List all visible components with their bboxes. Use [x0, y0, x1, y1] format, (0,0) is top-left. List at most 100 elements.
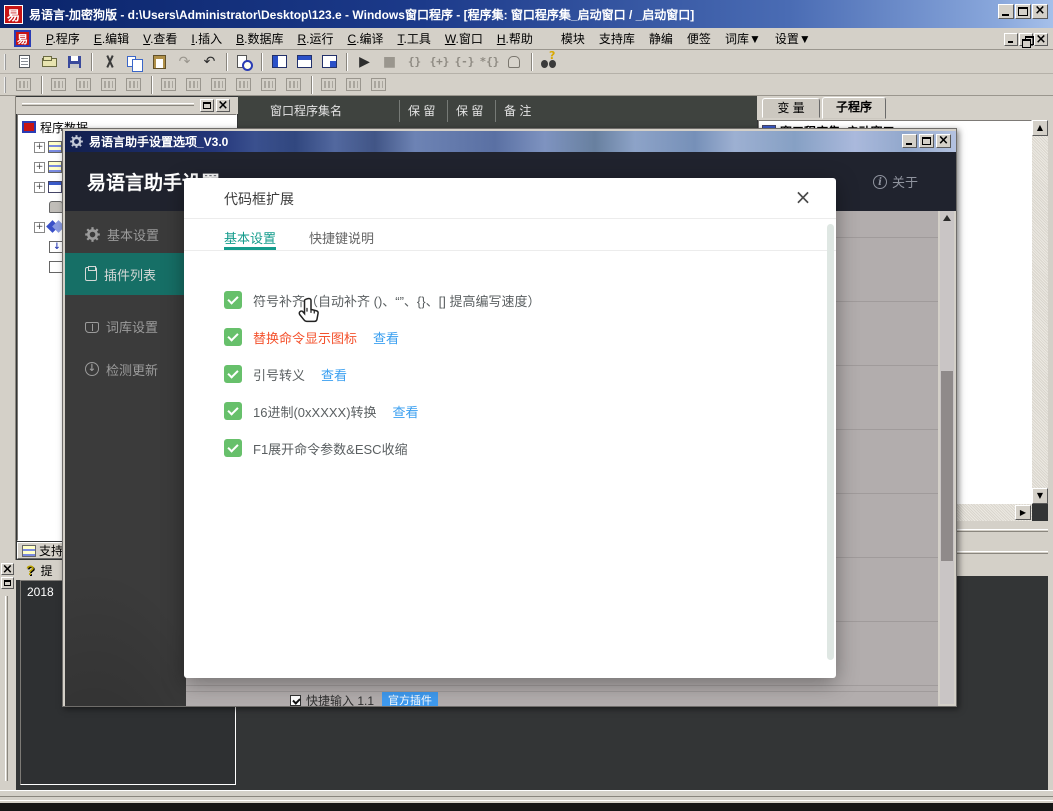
tree-panel-header[interactable]: [16, 97, 238, 114]
menu-static-compile[interactable]: 静编: [642, 27, 680, 50]
cut-button[interactable]: [98, 52, 121, 72]
menu-view[interactable]: V.查看: [136, 27, 184, 50]
size-both-button[interactable]: [368, 75, 391, 95]
menu-insert[interactable]: I.插入: [184, 27, 229, 50]
sidebar-item-lexicon-settings[interactable]: 词库设置: [65, 308, 186, 344]
tab-subroutines[interactable]: 子程序: [822, 97, 886, 119]
align-top-button[interactable]: [98, 75, 121, 95]
same-width-button[interactable]: [208, 75, 231, 95]
modal-tab-shortcut-help[interactable]: 快捷键说明: [309, 228, 374, 250]
scroll-down-arrow[interactable]: ▼: [1032, 488, 1048, 504]
tree-panel-close-button[interactable]: [216, 99, 230, 112]
align-right-button[interactable]: [73, 75, 96, 95]
redo-button[interactable]: ↷: [173, 52, 196, 72]
menu-tools[interactable]: T.工具: [391, 27, 438, 50]
tip-float-button[interactable]: [1, 577, 14, 589]
scroll-up-arrow[interactable]: ▲: [1032, 120, 1048, 136]
dialog-maximize-button[interactable]: [919, 134, 934, 148]
right-vertical-scrollbar[interactable]: ▲ ▼: [1032, 120, 1048, 504]
tip-close-button[interactable]: [1, 563, 14, 575]
stop-button[interactable]: ■: [378, 52, 401, 72]
form-grid-button[interactable]: [13, 75, 36, 95]
checkbox-checked[interactable]: [224, 439, 242, 457]
run-button[interactable]: ▶: [353, 52, 376, 72]
maximize-button[interactable]: [1015, 4, 1031, 19]
step-out-button[interactable]: {-}: [453, 52, 476, 72]
step-over-button[interactable]: {+}: [428, 52, 451, 72]
dialog-scrollbar[interactable]: [940, 211, 954, 704]
menu-database[interactable]: B.数据库: [229, 27, 290, 50]
space-h-button[interactable]: [258, 75, 281, 95]
dialog-minimize-button[interactable]: [902, 134, 917, 148]
minimize-button[interactable]: [998, 4, 1014, 19]
sidebar-item-plugin-list[interactable]: 插件列表: [65, 253, 186, 295]
save-button[interactable]: [63, 52, 86, 72]
tree-panel-float-button[interactable]: [200, 99, 214, 112]
about-button[interactable]: i 关于: [873, 172, 918, 191]
undo-button[interactable]: ↶: [198, 52, 221, 72]
menu-edit[interactable]: E.编辑: [87, 27, 136, 50]
center-v-button[interactable]: [183, 75, 206, 95]
align-bottom-button[interactable]: [123, 75, 146, 95]
modal-tab-basic-settings[interactable]: 基本设置: [224, 228, 276, 250]
checkbox-checked[interactable]: [224, 291, 242, 309]
modal-close-icon[interactable]: ×: [790, 184, 816, 210]
layout-left-button[interactable]: [268, 52, 291, 72]
expander-icon[interactable]: +: [34, 182, 45, 193]
menu-module[interactable]: 模块: [554, 27, 592, 50]
sidebar-item-basic-settings[interactable]: 基本设置: [65, 216, 186, 252]
menu-lexicon[interactable]: 词库▼: [718, 27, 768, 50]
mdi-minimize-button[interactable]: [1004, 33, 1018, 46]
paste-button[interactable]: [148, 52, 171, 72]
toolbar-grip[interactable]: [4, 54, 8, 70]
space-v-button[interactable]: [283, 75, 306, 95]
checkbox-checked[interactable]: [224, 402, 242, 420]
menu-settings[interactable]: 设置▼: [768, 27, 818, 50]
new-file-button[interactable]: [13, 52, 36, 72]
scrollbar-thumb[interactable]: [941, 371, 953, 561]
toolbar-grip[interactable]: [4, 77, 8, 93]
menu-notes[interactable]: 便签: [680, 27, 718, 50]
step-into-button[interactable]: {}: [403, 52, 426, 72]
copy-button[interactable]: [123, 52, 146, 72]
same-height-button[interactable]: [233, 75, 256, 95]
open-file-button[interactable]: [38, 52, 61, 72]
expander-icon[interactable]: +: [34, 142, 45, 153]
find-in-code-button[interactable]: [233, 52, 256, 72]
mdi-restore-button[interactable]: [1019, 33, 1033, 46]
mdi-close-button[interactable]: [1034, 33, 1048, 46]
menu-support-lib[interactable]: 支持库: [592, 27, 642, 50]
view-link[interactable]: 查看: [321, 365, 347, 384]
layout-top-button[interactable]: [293, 52, 316, 72]
tab-variables[interactable]: 变 量: [762, 98, 820, 118]
plugin-enabled-checkbox[interactable]: [290, 695, 301, 706]
align-left-button[interactable]: [48, 75, 71, 95]
checkbox-checked[interactable]: [224, 328, 242, 346]
menu-compile[interactable]: C.编译: [340, 27, 390, 50]
size-height-button[interactable]: [343, 75, 366, 95]
expander-icon[interactable]: +: [34, 162, 45, 173]
drag-gripper[interactable]: [5, 596, 8, 781]
layout-right-button[interactable]: [318, 52, 341, 72]
modal-scrollbar[interactable]: [827, 224, 834, 660]
dialog-titlebar[interactable]: 易语言助手设置选项_V3.0: [65, 131, 956, 152]
checkbox-checked[interactable]: [224, 365, 242, 383]
menu-help[interactable]: H.帮助: [490, 27, 540, 50]
drag-gripper[interactable]: [22, 103, 194, 106]
scroll-up-arrow[interactable]: [943, 215, 951, 221]
menu-window[interactable]: W.窗口: [438, 27, 490, 50]
scroll-right-arrow[interactable]: ▶: [1015, 505, 1031, 520]
size-width-button[interactable]: [318, 75, 341, 95]
menu-program[interactable]: P.程序: [39, 27, 87, 50]
view-link[interactable]: 查看: [373, 328, 399, 347]
center-h-button[interactable]: [158, 75, 181, 95]
sidebar-item-check-update[interactable]: 检测更新: [65, 351, 186, 387]
help-search-button[interactable]: [538, 52, 561, 72]
pause-button[interactable]: [503, 52, 526, 72]
view-link[interactable]: 查看: [393, 402, 419, 421]
close-button[interactable]: [1032, 4, 1048, 19]
dialog-close-button[interactable]: [936, 134, 951, 148]
menu-run[interactable]: R.运行: [290, 27, 340, 50]
expander-icon[interactable]: +: [34, 222, 45, 233]
run-to-cursor-button[interactable]: *{}: [478, 52, 501, 72]
